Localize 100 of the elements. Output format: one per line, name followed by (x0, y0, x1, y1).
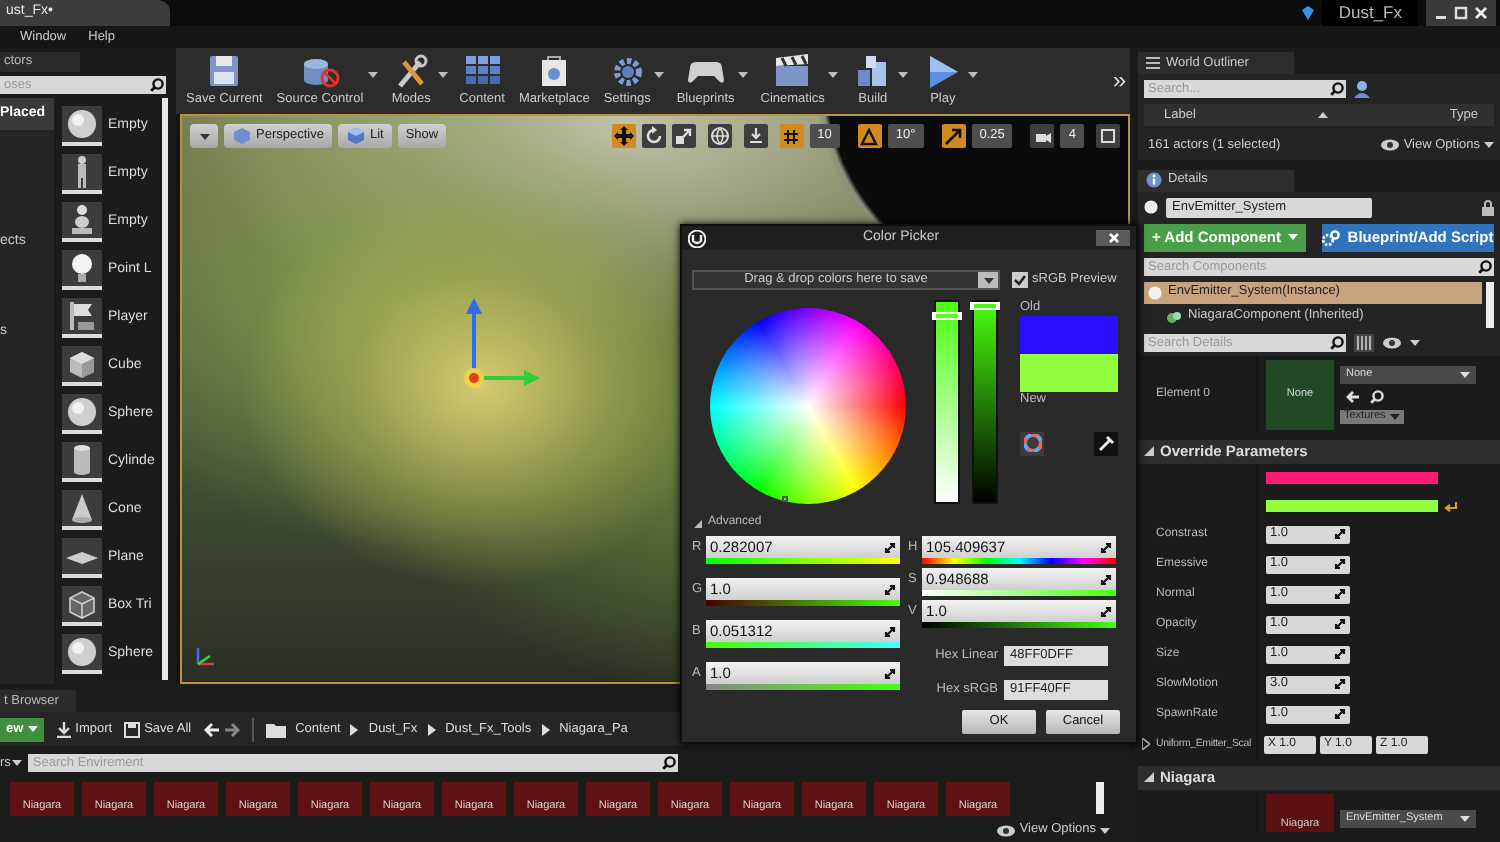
project-name: Dust_Fx (1322, 0, 1418, 26)
chevron-icon[interactable] (350, 723, 359, 735)
close-icon (1107, 232, 1119, 244)
close-button[interactable] (1096, 230, 1130, 246)
caret-icon[interactable] (828, 72, 839, 79)
maximize-icon[interactable] (1096, 124, 1120, 148)
drag-handle-icon (884, 625, 896, 638)
drag-handle-icon (1334, 528, 1346, 541)
caret-icon (1460, 371, 1470, 378)
expand-icon (1144, 446, 1154, 457)
diamond-icon (1300, 6, 1317, 20)
grid-icon (460, 54, 505, 89)
sphere-icon (1148, 285, 1162, 300)
caret-icon[interactable] (1410, 339, 1420, 346)
list-icon (1146, 56, 1160, 70)
light-bulb-icon[interactable] (62, 250, 102, 290)
caret-icon (27, 726, 38, 732)
surface-snap-icon[interactable] (743, 124, 768, 148)
caret-icon[interactable] (1100, 827, 1110, 833)
caret-icon[interactable] (654, 72, 665, 79)
checkbox[interactable] (1012, 272, 1028, 288)
color-swatch-bar[interactable] (1266, 471, 1438, 484)
angle-icon[interactable] (857, 124, 882, 148)
figure-icon[interactable] (62, 154, 102, 194)
forward-arrow-icon[interactable] (223, 721, 240, 737)
search-icon (1328, 333, 1346, 352)
caret-icon[interactable] (983, 277, 993, 283)
cylinder-icon[interactable] (62, 442, 102, 482)
caret-icon[interactable] (367, 72, 378, 79)
caret-icon[interactable] (968, 72, 979, 79)
sort-caret-icon[interactable] (1317, 112, 1328, 118)
download-icon (55, 721, 72, 737)
info-icon (1146, 172, 1162, 189)
caret-icon (1389, 413, 1400, 420)
caret-icon[interactable] (437, 72, 448, 79)
add-actor-icon[interactable] (1354, 80, 1374, 98)
reset-arrow-icon[interactable] (1444, 499, 1458, 512)
search-icon[interactable] (1370, 389, 1384, 404)
cube-icon (232, 126, 252, 146)
scrollbar[interactable] (1096, 782, 1104, 814)
gears-icon (1321, 229, 1340, 246)
scale-icon[interactable] (671, 124, 696, 148)
diagonal-arrow-icon[interactable] (941, 124, 966, 148)
color-swatch-bar[interactable] (1266, 499, 1438, 512)
eye-icon[interactable] (1382, 335, 1402, 350)
maximize-icon[interactable] (1452, 4, 1470, 22)
scrollbar[interactable] (162, 98, 168, 680)
drag-handle-icon (1100, 573, 1112, 586)
drag-handle-icon (1334, 648, 1346, 661)
color-wheel-marker[interactable] (782, 496, 788, 502)
viewport-menu-button[interactable] (190, 124, 218, 148)
back-arrow-icon[interactable] (203, 721, 220, 737)
saturation-slider[interactable] (934, 300, 960, 504)
slider-thumb[interactable] (932, 311, 962, 320)
drag-handle-icon (884, 541, 896, 554)
caret-icon[interactable] (1484, 142, 1494, 149)
caret-icon (1287, 234, 1298, 241)
grid-icon[interactable] (779, 124, 804, 148)
scrollbar[interactable] (1486, 281, 1494, 328)
drag-handle-icon (1334, 588, 1346, 601)
chevron-icon[interactable] (541, 723, 550, 735)
caret-icon (199, 133, 209, 139)
color-wheel-icon[interactable] (1020, 431, 1044, 456)
folder-icon (265, 721, 286, 737)
close-icon[interactable] (1472, 4, 1490, 22)
cone-icon[interactable] (62, 490, 102, 530)
grid-view-icon[interactable] (1354, 333, 1374, 352)
drag-handle-icon (1334, 558, 1346, 571)
axis-indicator-icon (192, 642, 220, 670)
caret-icon (1460, 815, 1470, 822)
slider-thumb[interactable] (970, 302, 1000, 310)
globe-icon[interactable] (707, 124, 732, 148)
caret-icon (12, 759, 23, 766)
drag-handle-icon (884, 583, 896, 596)
cube-icon[interactable] (62, 346, 102, 386)
lock-icon[interactable] (1482, 199, 1494, 216)
eye-icon (1379, 138, 1400, 153)
plane-icon[interactable] (62, 538, 102, 578)
search-icon (148, 76, 166, 94)
wireframe-box-icon[interactable] (62, 586, 102, 626)
rotate-icon[interactable] (641, 124, 666, 148)
caret-icon[interactable] (738, 72, 749, 79)
pawn-icon[interactable] (62, 202, 102, 242)
eyedropper-icon[interactable] (1094, 431, 1118, 456)
drag-handle-icon (1100, 541, 1112, 554)
camera-icon[interactable] (1030, 124, 1055, 148)
drag-handle-icon (1334, 708, 1346, 721)
move-icon[interactable] (611, 124, 636, 148)
flag-icon[interactable] (62, 298, 102, 338)
component-icon (1166, 309, 1182, 324)
expand-icon[interactable] (694, 519, 702, 528)
chevron-icon[interactable] (427, 723, 436, 735)
drag-handle-icon (1100, 605, 1112, 618)
expand-arrow-icon[interactable] (1142, 738, 1150, 751)
cube-icon (345, 126, 366, 146)
engine-logo-icon (688, 229, 706, 247)
value-slider[interactable] (972, 300, 998, 504)
overflow-button[interactable]: » (1112, 66, 1126, 96)
left-arrow-icon[interactable] (1346, 389, 1360, 404)
caret-icon[interactable] (898, 72, 909, 79)
